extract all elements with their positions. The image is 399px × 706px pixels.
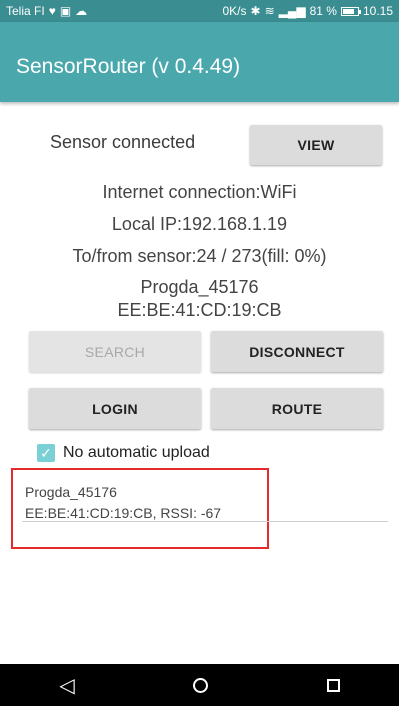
search-button[interactable]: SEARCH bbox=[29, 331, 201, 372]
carrier-label: Telia FI bbox=[6, 4, 45, 18]
list-item-name: Progda_45176 bbox=[25, 484, 117, 500]
device-mac: EE:BE:41:CD:19:CB bbox=[117, 300, 282, 320]
disconnect-button[interactable]: DISCONNECT bbox=[211, 331, 383, 372]
list-item[interactable]: Progda_45176 EE:BE:41:CD:19:CB, RSSI: -6… bbox=[25, 484, 221, 521]
to-from-sensor: To/from sensor:24 / 273(fill: 0%) bbox=[72, 246, 327, 266]
checkbox-checked-icon[interactable]: ✓ bbox=[37, 444, 55, 462]
home-icon[interactable] bbox=[193, 677, 209, 693]
notification-icon: ▣ bbox=[59, 4, 72, 18]
main-content: Sensor connected VIEW Internet connectio… bbox=[0, 102, 399, 664]
no-upload-row[interactable]: ✓ No automatic upload bbox=[37, 444, 210, 462]
cloud-icon: ☁ bbox=[75, 4, 88, 18]
recents-icon[interactable] bbox=[326, 678, 340, 692]
list-divider bbox=[22, 521, 388, 522]
app-title: SensorRouter (v 0.4.49) bbox=[16, 55, 241, 78]
clock: 10.15 bbox=[362, 4, 393, 18]
view-button[interactable]: VIEW bbox=[250, 125, 382, 165]
no-upload-label: No automatic upload bbox=[63, 444, 210, 461]
app-bar: SensorRouter (v 0.4.49) bbox=[0, 22, 399, 102]
back-icon[interactable]: ◁ bbox=[59, 673, 74, 698]
navigation-bar: ◁ bbox=[0, 664, 399, 706]
status-bar-left: Telia FI ♥ ▣ ☁ bbox=[6, 4, 87, 18]
battery-percent: 81 % bbox=[309, 4, 337, 18]
heart-signal-icon: ♥ bbox=[48, 4, 56, 18]
cell-signal-icon: ▂▄▆ bbox=[278, 4, 306, 18]
login-button[interactable]: LOGIN bbox=[29, 388, 201, 429]
sensor-status: Sensor connected bbox=[50, 132, 196, 152]
battery-icon bbox=[340, 6, 361, 16]
device-name: Progda_45176 bbox=[140, 277, 259, 297]
list-item-details: EE:BE:41:CD:19:CB, RSSI: -67 bbox=[25, 505, 222, 521]
network-speed: 0K/s bbox=[222, 4, 247, 18]
status-bar-right: 0K/s ✱ ≋ ▂▄▆ 81 % 10.15 bbox=[223, 4, 394, 18]
internet-connection: Internet connection:WiFi bbox=[102, 182, 297, 202]
wifi-icon: ≋ bbox=[264, 4, 275, 18]
bluetooth-icon: ✱ bbox=[250, 4, 261, 18]
local-ip: Local IP:192.168.1.19 bbox=[111, 214, 288, 234]
status-bar: Telia FI ♥ ▣ ☁ 0K/s ✱ ≋ ▂▄▆ 81 % 10.15 bbox=[0, 0, 399, 22]
route-button[interactable]: ROUTE bbox=[211, 388, 383, 429]
